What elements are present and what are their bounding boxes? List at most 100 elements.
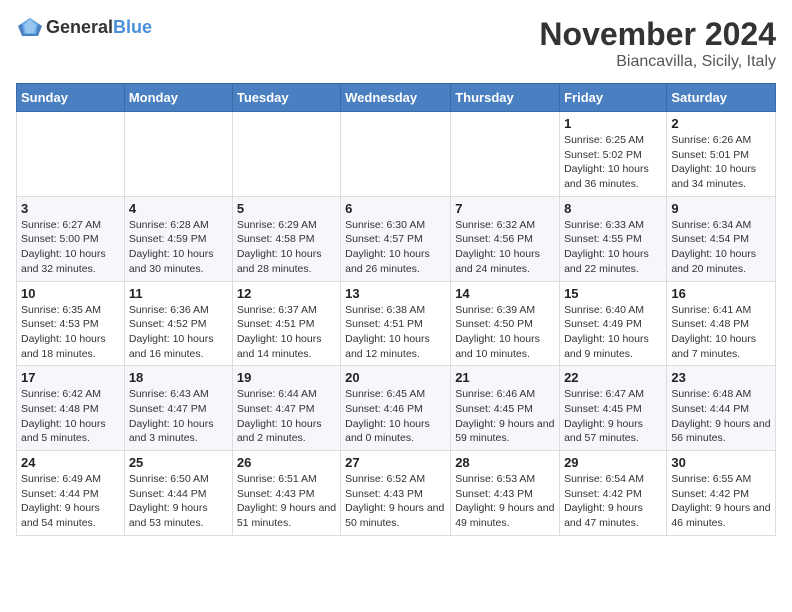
week-row-5: 24 Sunrise: 6:49 AMSunset: 4:44 PMDayligh…	[17, 451, 776, 536]
calendar-cell: 23 Sunrise: 6:48 AMSunset: 4:44 PMDayligh…	[667, 366, 776, 451]
cell-day-number: 17	[21, 370, 120, 385]
cell-info: Sunrise: 6:55 AMSunset: 4:42 PMDaylight:…	[671, 472, 771, 531]
cell-info: Sunrise: 6:48 AMSunset: 4:44 PMDaylight:…	[671, 387, 771, 446]
logo-blue-text: Blue	[113, 17, 152, 37]
cell-info: Sunrise: 6:50 AMSunset: 4:44 PMDaylight:…	[129, 472, 228, 531]
calendar-cell: 17 Sunrise: 6:42 AMSunset: 4:48 PMDayligh…	[17, 366, 125, 451]
logo-general-text: General	[46, 17, 113, 37]
calendar-cell: 21 Sunrise: 6:46 AMSunset: 4:45 PMDayligh…	[451, 366, 560, 451]
cell-info: Sunrise: 6:40 AMSunset: 4:49 PMDaylight:…	[564, 303, 662, 362]
cell-info: Sunrise: 6:54 AMSunset: 4:42 PMDaylight:…	[564, 472, 662, 531]
cell-day-number: 2	[671, 116, 771, 131]
cell-info: Sunrise: 6:30 AMSunset: 4:57 PMDaylight:…	[345, 218, 446, 277]
cell-info: Sunrise: 6:25 AMSunset: 5:02 PMDaylight:…	[564, 133, 662, 192]
cell-info: Sunrise: 6:44 AMSunset: 4:47 PMDaylight:…	[237, 387, 336, 446]
calendar-cell: 11 Sunrise: 6:36 AMSunset: 4:52 PMDayligh…	[124, 281, 232, 366]
day-header-monday: Monday	[124, 84, 232, 112]
cell-info: Sunrise: 6:43 AMSunset: 4:47 PMDaylight:…	[129, 387, 228, 446]
cell-day-number: 28	[455, 455, 555, 470]
logo: GeneralBlue	[16, 16, 152, 38]
calendar-cell: 30Sunrise: 6:55 AMSunset: 4:42 PMDayligh…	[667, 451, 776, 536]
cell-day-number: 4	[129, 201, 228, 216]
logo-icon	[16, 16, 44, 38]
calendar-cell: 15 Sunrise: 6:40 AMSunset: 4:49 PMDayligh…	[560, 281, 667, 366]
calendar-cell: 14 Sunrise: 6:39 AMSunset: 4:50 PMDayligh…	[451, 281, 560, 366]
calendar: SundayMondayTuesdayWednesdayThursdayFrid…	[16, 83, 776, 536]
cell-day-number: 12	[237, 286, 336, 301]
calendar-cell: 10 Sunrise: 6:35 AMSunset: 4:53 PMDayligh…	[17, 281, 125, 366]
calendar-cell: 18 Sunrise: 6:43 AMSunset: 4:47 PMDayligh…	[124, 366, 232, 451]
calendar-cell: 7 Sunrise: 6:32 AMSunset: 4:56 PMDaylight…	[451, 196, 560, 281]
cell-day-number: 25	[129, 455, 228, 470]
cell-info: Sunrise: 6:26 AMSunset: 5:01 PMDaylight:…	[671, 133, 771, 192]
calendar-cell: 27Sunrise: 6:52 AMSunset: 4:43 PMDayligh…	[341, 451, 451, 536]
calendar-cell: 25 Sunrise: 6:50 AMSunset: 4:44 PMDayligh…	[124, 451, 232, 536]
cell-info: Sunrise: 6:53 AMSunset: 4:43 PMDaylight:…	[455, 472, 555, 531]
week-row-2: 3Sunrise: 6:27 AMSunset: 5:00 PMDaylight…	[17, 196, 776, 281]
day-header-saturday: Saturday	[667, 84, 776, 112]
calendar-cell: 24 Sunrise: 6:49 AMSunset: 4:44 PMDayligh…	[17, 451, 125, 536]
cell-info: Sunrise: 6:36 AMSunset: 4:52 PMDaylight:…	[129, 303, 228, 362]
cell-day-number: 16	[671, 286, 771, 301]
calendar-cell: 29 Sunrise: 6:54 AMSunset: 4:42 PMDayligh…	[560, 451, 667, 536]
calendar-cell	[124, 112, 232, 197]
header: GeneralBlue November 2024 Biancavilla, S…	[16, 16, 776, 71]
calendar-cell	[232, 112, 340, 197]
cell-day-number: 24	[21, 455, 120, 470]
cell-info: Sunrise: 6:33 AMSunset: 4:55 PMDaylight:…	[564, 218, 662, 277]
calendar-cell: 8 Sunrise: 6:33 AMSunset: 4:55 PMDaylight…	[560, 196, 667, 281]
calendar-cell	[17, 112, 125, 197]
cell-day-number: 13	[345, 286, 446, 301]
cell-info: Sunrise: 6:27 AMSunset: 5:00 PMDaylight:…	[21, 218, 120, 277]
cell-info: Sunrise: 6:28 AMSunset: 4:59 PMDaylight:…	[129, 218, 228, 277]
calendar-cell: 4 Sunrise: 6:28 AMSunset: 4:59 PMDaylight…	[124, 196, 232, 281]
calendar-cell: 26 Sunrise: 6:51 AMSunset: 4:43 PMDayligh…	[232, 451, 340, 536]
calendar-cell: 6 Sunrise: 6:30 AMSunset: 4:57 PMDaylight…	[341, 196, 451, 281]
week-row-3: 10 Sunrise: 6:35 AMSunset: 4:53 PMDayligh…	[17, 281, 776, 366]
calendar-cell: 19Sunrise: 6:44 AMSunset: 4:47 PMDayligh…	[232, 366, 340, 451]
week-row-1: 1Sunrise: 6:25 AMSunset: 5:02 PMDaylight…	[17, 112, 776, 197]
cell-day-number: 6	[345, 201, 446, 216]
day-header-tuesday: Tuesday	[232, 84, 340, 112]
calendar-cell: 3Sunrise: 6:27 AMSunset: 5:00 PMDaylight…	[17, 196, 125, 281]
cell-day-number: 22	[564, 370, 662, 385]
calendar-cell: 13 Sunrise: 6:38 AMSunset: 4:51 PMDayligh…	[341, 281, 451, 366]
cell-day-number: 23	[671, 370, 771, 385]
cell-day-number: 11	[129, 286, 228, 301]
cell-day-number: 7	[455, 201, 555, 216]
cell-info: Sunrise: 6:34 AMSunset: 4:54 PMDaylight:…	[671, 218, 771, 277]
cell-day-number: 29	[564, 455, 662, 470]
cell-info: Sunrise: 6:46 AMSunset: 4:45 PMDaylight:…	[455, 387, 555, 446]
cell-day-number: 18	[129, 370, 228, 385]
calendar-cell: 12Sunrise: 6:37 AMSunset: 4:51 PMDayligh…	[232, 281, 340, 366]
location-title: Biancavilla, Sicily, Italy	[539, 53, 776, 71]
cell-info: Sunrise: 6:39 AMSunset: 4:50 PMDaylight:…	[455, 303, 555, 362]
week-row-4: 17 Sunrise: 6:42 AMSunset: 4:48 PMDayligh…	[17, 366, 776, 451]
cell-info: Sunrise: 6:32 AMSunset: 4:56 PMDaylight:…	[455, 218, 555, 277]
cell-info: Sunrise: 6:29 AMSunset: 4:58 PMDaylight:…	[237, 218, 336, 277]
day-header-row: SundayMondayTuesdayWednesdayThursdayFrid…	[17, 84, 776, 112]
calendar-cell: 1Sunrise: 6:25 AMSunset: 5:02 PMDaylight…	[560, 112, 667, 197]
month-title: November 2024	[539, 16, 776, 53]
cell-info: Sunrise: 6:49 AMSunset: 4:44 PMDaylight:…	[21, 472, 120, 531]
cell-day-number: 10	[21, 286, 120, 301]
cell-day-number: 8	[564, 201, 662, 216]
cell-day-number: 9	[671, 201, 771, 216]
cell-info: Sunrise: 6:51 AMSunset: 4:43 PMDaylight:…	[237, 472, 336, 531]
calendar-cell	[341, 112, 451, 197]
cell-info: Sunrise: 6:45 AMSunset: 4:46 PMDaylight:…	[345, 387, 446, 446]
calendar-cell	[451, 112, 560, 197]
cell-day-number: 20	[345, 370, 446, 385]
cell-day-number: 15	[564, 286, 662, 301]
cell-day-number: 21	[455, 370, 555, 385]
cell-info: Sunrise: 6:35 AMSunset: 4:53 PMDaylight:…	[21, 303, 120, 362]
cell-day-number: 14	[455, 286, 555, 301]
calendar-cell: 2 Sunrise: 6:26 AMSunset: 5:01 PMDaylight…	[667, 112, 776, 197]
cell-info: Sunrise: 6:52 AMSunset: 4:43 PMDaylight:…	[345, 472, 446, 531]
cell-info: Sunrise: 6:42 AMSunset: 4:48 PMDaylight:…	[21, 387, 120, 446]
day-header-sunday: Sunday	[17, 84, 125, 112]
cell-info: Sunrise: 6:38 AMSunset: 4:51 PMDaylight:…	[345, 303, 446, 362]
cell-day-number: 26	[237, 455, 336, 470]
calendar-cell: 9 Sunrise: 6:34 AMSunset: 4:54 PMDaylight…	[667, 196, 776, 281]
calendar-cell: 28 Sunrise: 6:53 AMSunset: 4:43 PMDayligh…	[451, 451, 560, 536]
